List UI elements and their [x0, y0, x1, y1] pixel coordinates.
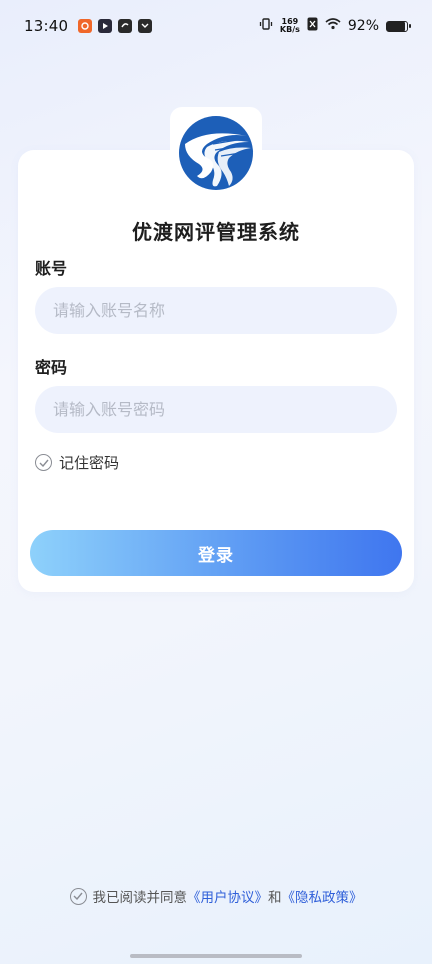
vibrate-icon [259, 17, 273, 35]
agreement-and: 和 [268, 890, 282, 906]
notification-icons [78, 19, 153, 33]
account-input[interactable] [35, 287, 397, 334]
link-notification-icon [118, 19, 133, 33]
wifi-icon [325, 18, 341, 34]
remember-password-checkbox[interactable]: 记住密码 [35, 452, 119, 473]
privacy-policy-link[interactable]: 《隐私政策》 [282, 890, 363, 906]
login-card: 优渡网评管理系统 账号 密码 记住密码 登录 [18, 150, 414, 592]
sim-icon [307, 17, 318, 35]
app-title: 优渡网评管理系统 [132, 220, 300, 244]
message-notification-icon [138, 19, 153, 33]
account-label: 账号 [35, 259, 68, 278]
agreement-row: 我已阅读并同意《用户协议》和《隐私政策》 [0, 886, 432, 906]
password-label: 密码 [35, 358, 68, 377]
status-bar: 13:40 169 KB/s 92% [0, 0, 432, 52]
play-notification-icon [98, 19, 113, 33]
network-speed-unit: KB/s [279, 25, 300, 34]
remember-password-label: 记住密码 [59, 454, 120, 472]
home-indicator[interactable] [130, 954, 302, 958]
status-right: 169 KB/s 92% [259, 17, 411, 35]
status-time: 13:40 [24, 17, 69, 35]
user-agreement-link[interactable]: 《用户协议》 [187, 890, 268, 906]
agreement-check-icon[interactable] [69, 887, 87, 905]
check-circle-icon [35, 454, 52, 471]
battery-percent: 92% [347, 18, 379, 34]
password-input[interactable] [35, 386, 397, 433]
network-speed: 169 KB/s [280, 18, 300, 34]
battery-icon [386, 20, 411, 32]
battery-fill [387, 21, 406, 31]
app-logo [170, 107, 262, 199]
app-logo-icon [179, 116, 254, 190]
login-button[interactable]: 登录 [30, 530, 402, 576]
agreement-prefix: 我已阅读并同意 [92, 890, 188, 906]
notification-app-icon [78, 19, 93, 33]
